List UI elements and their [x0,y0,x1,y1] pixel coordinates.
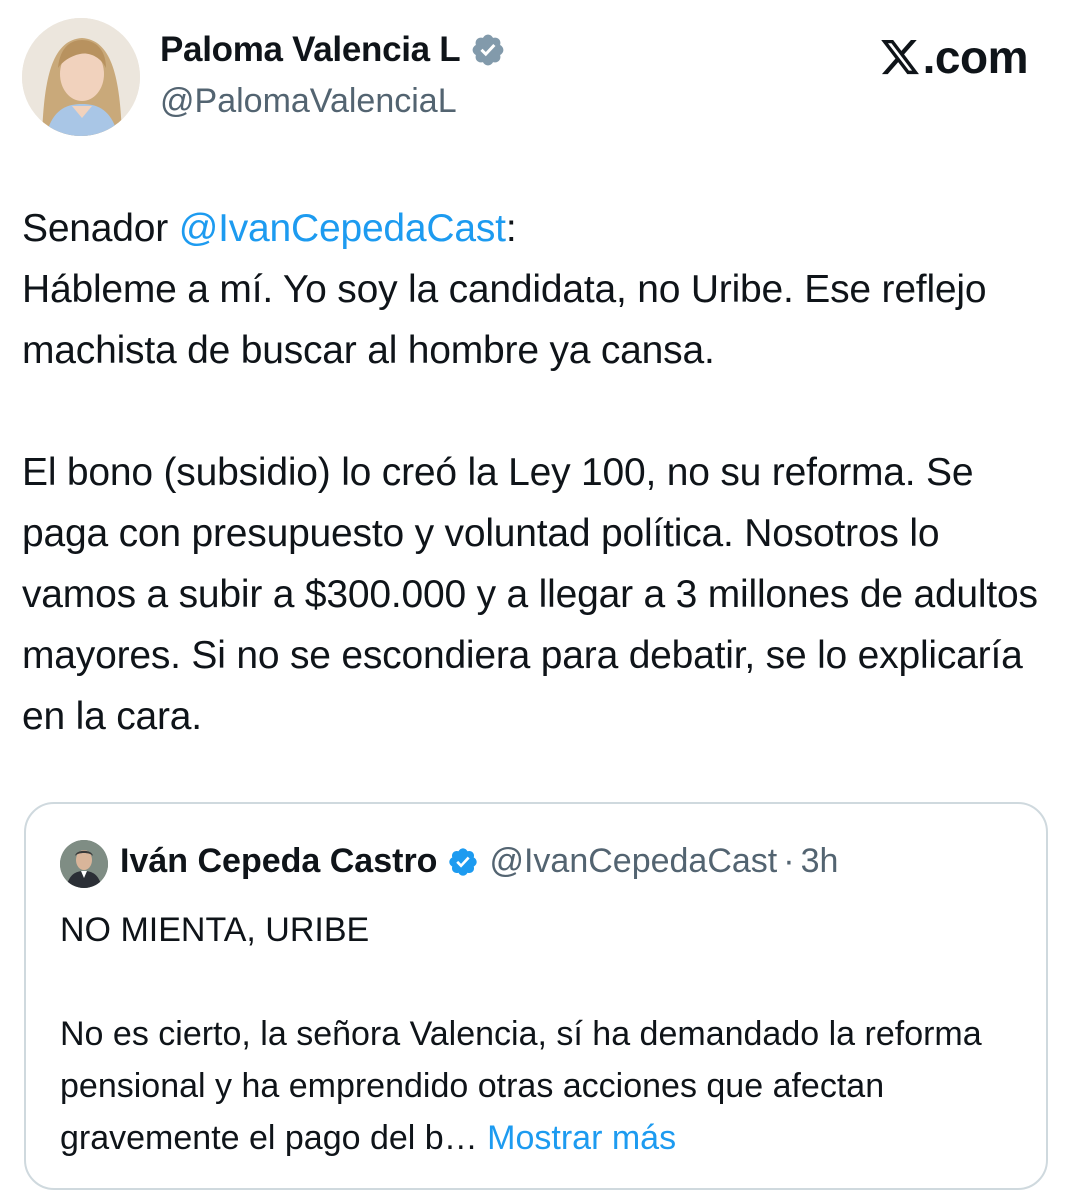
quoted-tweet-text: NO MIENTA, URIBE No es cierto, la señora… [60,904,1020,1164]
tweet-text-suffix: : [505,207,517,250]
tweet-paragraph-2: El bono (subsidio) lo creó la Ley 100, n… [22,451,1038,738]
author-name-row: Paloma Valencia L [160,30,506,70]
site-logo: .com [879,30,1029,84]
quoted-tweet-card[interactable]: Iván Cepeda Castro @IvanCepedaCast · 3h … [24,802,1048,1190]
quoted-tweet-header: Iván Cepeda Castro @IvanCepedaCast · 3h [120,842,838,881]
quoted-tweet-body: No es cierto, la señora Valencia, sí ha … [60,1008,1020,1164]
tweet-first-line: Senador @IvanCepedaCast: [22,198,1052,259]
tweet-text: Senador @IvanCepedaCast: Hábleme a mí. Y… [22,198,1052,747]
verified-badge-icon [449,847,478,876]
author-avatar-image [22,18,140,136]
verified-badge-icon [472,34,504,66]
quoted-author-name[interactable]: Iván Cepeda Castro [120,842,437,881]
quoted-tweet-headline: NO MIENTA, URIBE [60,911,370,949]
separator-dot: · [783,842,795,880]
x-logo-icon [880,39,919,75]
tweet-text-prefix: Senador [22,207,179,250]
quoted-author-handle[interactable]: @IvanCepedaCast [489,842,777,881]
author-avatar[interactable] [22,18,140,136]
quoted-author-avatar[interactable] [60,840,108,888]
site-logo-text: .com [922,31,1029,83]
author-handle[interactable]: @PalomaValenciaL [160,82,457,121]
quoted-author-avatar-image [60,840,108,888]
author-display-name[interactable]: Paloma Valencia L [160,30,461,70]
show-more-link[interactable]: Mostrar más [487,1119,676,1157]
tweet-paragraph-1: Hábleme a mí. Yo soy la candidata, no Ur… [22,268,987,372]
quoted-tweet-timestamp[interactable]: 3h [801,842,839,881]
mention-link[interactable]: @IvanCepedaCast [179,207,506,250]
